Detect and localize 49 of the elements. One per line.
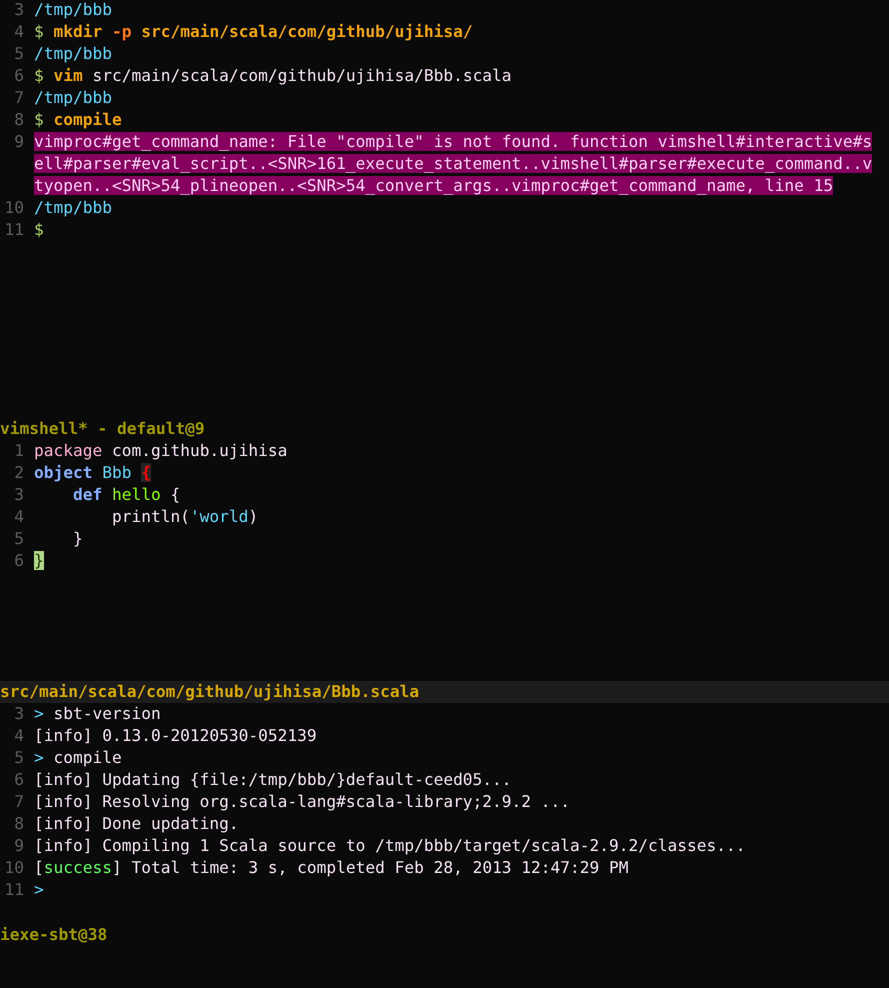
line-number: 3 xyxy=(14,0,24,19)
terminal-line: [info] 0.13.0-20120530-052139 xyxy=(34,724,317,747)
line-number: 6 xyxy=(14,66,24,85)
line-number: 5 xyxy=(14,44,24,63)
line-number: 11 xyxy=(4,880,24,899)
status-line: iexe-sbt@38 xyxy=(0,924,108,946)
terminal-line: def hello { xyxy=(72,484,180,506)
line-number: 2 xyxy=(14,462,24,482)
terminal-line: $ compile xyxy=(34,108,122,131)
terminal-line: [info] Done updating. xyxy=(34,812,239,835)
status-line: vimshell* - default@9 xyxy=(0,418,205,440)
line-number: 7 xyxy=(14,792,24,811)
terminal-line: [success] Total time: 3 s, completed Feb 28, 2013 12:47:29 PM xyxy=(34,856,629,879)
status-line: src/main/scala/com/github/ujihisa/Bbb.scala xyxy=(0,680,420,703)
terminal-line: $ vim src/main/scala/com/github/ujihisa/Bbb.scala xyxy=(34,64,512,87)
terminal-line: /tmp/bbb xyxy=(34,0,112,21)
line-number: 7 xyxy=(14,88,24,107)
terminal-line: [info] Resolving org.scala-lang#scala-library;2.9.2 ... xyxy=(34,790,570,813)
line-number: 9 xyxy=(14,132,24,151)
line-number: 11 xyxy=(4,220,24,239)
line-number: 3 xyxy=(14,704,24,723)
line-number: 5 xyxy=(14,748,24,767)
terminal-line: > sbt-version xyxy=(34,703,161,725)
terminal-line: /tmp/bbb xyxy=(34,86,112,109)
terminal-line: $ xyxy=(34,218,44,241)
terminal-line: /tmp/bbb xyxy=(34,196,112,219)
line-number: 5 xyxy=(14,528,24,548)
line-number: 6 xyxy=(14,770,24,789)
terminal-line: object Bbb { xyxy=(34,462,151,484)
line-number: 4 xyxy=(14,726,24,745)
line-number: 1 xyxy=(14,440,24,460)
terminal-line: > xyxy=(34,878,44,901)
line-number: 6 xyxy=(14,550,24,570)
line-number: 8 xyxy=(14,814,24,833)
terminal-line: } xyxy=(72,528,83,550)
terminal-line: /tmp/bbb xyxy=(34,42,112,65)
terminal-line: [info] Updating {file:/tmp/bbb/}default-ceed05... xyxy=(34,768,512,791)
line-number: 9 xyxy=(14,836,24,855)
line-number: 3 xyxy=(14,484,24,504)
terminal-line: $ mkdir -p src/main/scala/com/github/ujihisa/ xyxy=(34,20,473,43)
terminal-line: package com.github.ujihisa xyxy=(34,440,288,462)
line-number: 10 xyxy=(4,198,24,217)
line-number: 10 xyxy=(4,858,24,877)
terminal-line: [info] Compiling 1 Scala source to /tmp/bbb/target/scala-2.9.2/classes... xyxy=(34,834,746,857)
terminal-line: > compile xyxy=(34,746,122,769)
terminal-line: println('world) xyxy=(110,506,258,528)
line-number: 4 xyxy=(14,22,24,41)
line-number: 4 xyxy=(14,506,24,526)
line-number: 8 xyxy=(14,110,24,129)
